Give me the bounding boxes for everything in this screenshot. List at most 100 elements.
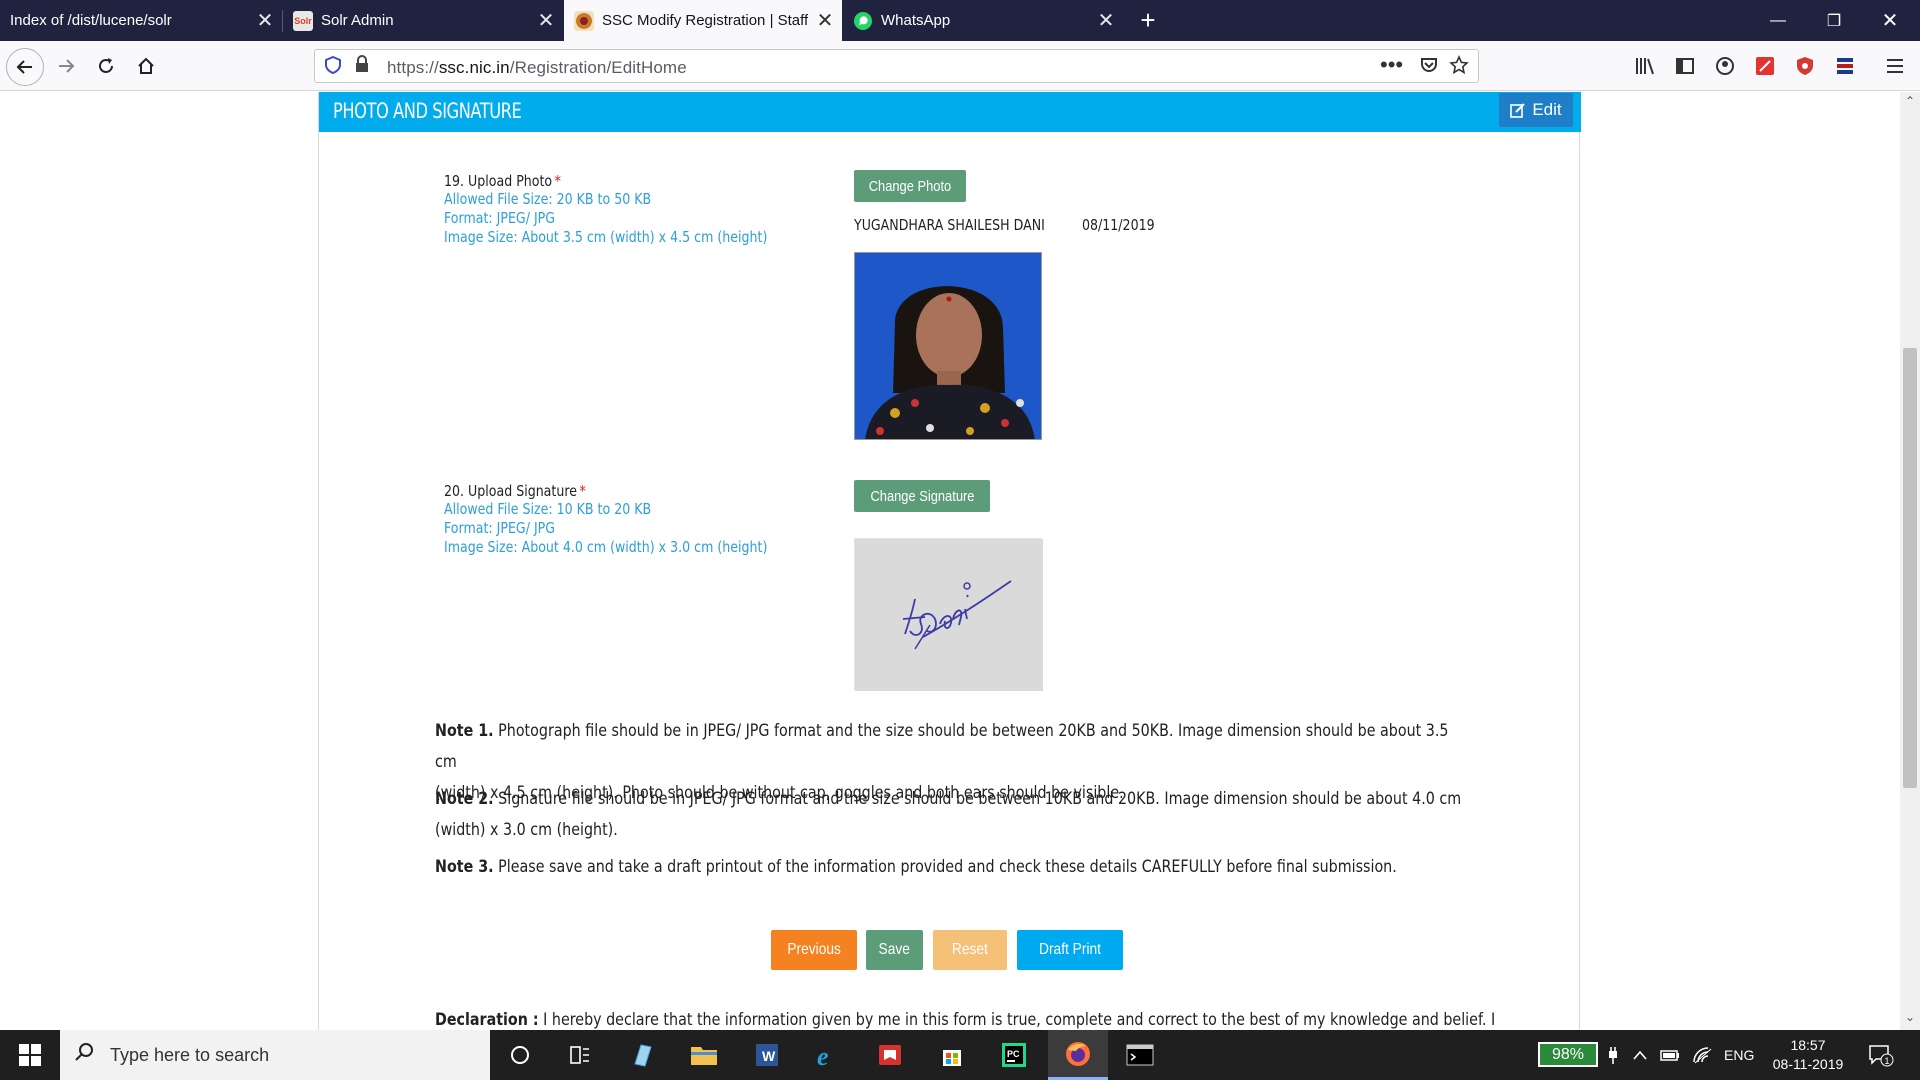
close-icon[interactable]: ✕: [1089, 8, 1123, 33]
sidebar-icon[interactable]: [1672, 53, 1698, 79]
start-button[interactable]: [0, 1030, 60, 1080]
scroll-up-icon[interactable]: ⌃: [1900, 94, 1920, 112]
windows-logo-icon: [19, 1044, 41, 1066]
laptop-battery-icon[interactable]: [1660, 1030, 1680, 1080]
notification-icon: 1: [1869, 1045, 1894, 1067]
reload-button[interactable]: [88, 48, 124, 84]
account-icon[interactable]: [1712, 53, 1738, 79]
extension-stack-icon[interactable]: [1832, 53, 1858, 79]
upload-signature-label: 20. Upload Signature *: [444, 482, 586, 500]
taskbar-file-explorer[interactable]: [674, 1030, 734, 1080]
browser-tab-strip: Index of /dist/lucene/solr ✕ Solr Solr A…: [0, 0, 1920, 41]
action-center-button[interactable]: 1: [1868, 1030, 1894, 1080]
tab-title: SSC Modify Registration | Staff: [602, 12, 808, 29]
close-icon[interactable]: ✕: [808, 8, 842, 33]
taskbar-search-box[interactable]: Type here to search: [60, 1030, 490, 1080]
page-actions-icon[interactable]: •••: [1380, 52, 1403, 78]
taskbar-pycharm[interactable]: PC: [984, 1030, 1044, 1080]
taskbar-app-glass[interactable]: [612, 1030, 672, 1080]
power-plug-icon[interactable]: [1606, 1030, 1620, 1080]
photo-format-hint: Format: JPEG/ JPG: [444, 209, 556, 227]
minimize-button[interactable]: —: [1750, 0, 1806, 41]
back-arrow-icon: [16, 60, 32, 74]
task-view-button[interactable]: [490, 1030, 550, 1080]
scroll-down-icon[interactable]: ⌄: [1900, 1010, 1920, 1028]
bookmark-star-icon[interactable]: [1449, 55, 1469, 80]
draft-print-button[interactable]: Draft Print: [1017, 930, 1123, 970]
shield-extension-icon[interactable]: [1792, 53, 1818, 79]
search-icon: [60, 1041, 110, 1069]
scrollbar-thumb[interactable]: [1903, 348, 1917, 788]
menu-icon[interactable]: [1882, 53, 1908, 79]
glass-app-icon: [634, 1044, 652, 1067]
panel-title: PHOTO AND SIGNATURE: [333, 99, 522, 123]
reset-button[interactable]: Reset: [933, 930, 1007, 970]
tab-title: WhatsApp: [881, 12, 951, 29]
battery-indicator[interactable]: 98%: [1538, 1042, 1598, 1067]
timeline-button[interactable]: [550, 1030, 610, 1080]
close-icon[interactable]: ✕: [529, 8, 563, 33]
home-button[interactable]: [128, 48, 164, 84]
taskbar-word[interactable]: W: [736, 1030, 796, 1080]
svg-text:e: e: [817, 1042, 829, 1069]
required-asterisk: *: [579, 482, 586, 500]
save-button[interactable]: Save: [866, 930, 923, 970]
edit-button[interactable]: Edit: [1499, 93, 1573, 127]
photo-date: 08/11/2019: [1082, 216, 1155, 234]
close-icon[interactable]: ✕: [248, 8, 282, 33]
tab-title: Solr Admin: [321, 12, 394, 29]
tab-whatsapp[interactable]: WhatsApp ✕: [843, 0, 1123, 41]
url-text[interactable]: https://ssc.nic.in/Registration/EditHome: [387, 58, 687, 78]
window-close-button[interactable]: ✕: [1862, 0, 1918, 41]
firefox-icon: [1066, 1041, 1090, 1066]
svg-text:PC: PC: [1007, 1049, 1020, 1059]
show-hidden-icons-chevron-up-icon[interactable]: [1632, 1030, 1648, 1080]
photo-dimension-hint: Image Size: About 3.5 cm (width) x 4.5 c…: [444, 228, 768, 246]
pocket-icon[interactable]: [1419, 55, 1439, 80]
candidate-photo: [854, 252, 1042, 440]
vertical-scrollbar[interactable]: ⌃ ⌄: [1900, 92, 1920, 1030]
forward-button[interactable]: [48, 48, 84, 84]
signature-size-hint: Allowed File Size: 10 KB to 20 KB: [444, 500, 652, 518]
taskbar-store[interactable]: [922, 1030, 982, 1080]
previous-button[interactable]: Previous: [771, 930, 857, 970]
note-2: Note 2. Signature file should be in JPEG…: [435, 789, 1462, 840]
back-button[interactable]: [6, 48, 44, 86]
tab-solr-admin[interactable]: Solr Solr Admin ✕: [283, 0, 563, 41]
address-bar[interactable]: https://ssc.nic.in/Registration/EditHome…: [314, 49, 1479, 83]
internet-explorer-icon: e: [817, 1042, 829, 1069]
taskbar-terminal[interactable]: [1110, 1030, 1170, 1080]
book-reader-icon: [879, 1045, 901, 1065]
change-photo-button[interactable]: Change Photo: [854, 170, 966, 202]
taskbar-edge[interactable]: e: [798, 1030, 858, 1080]
upload-photo-label: 19. Upload Photo *: [444, 172, 561, 190]
tab-solr-index[interactable]: Index of /dist/lucene/solr ✕: [0, 0, 282, 41]
task-view-icon: [570, 1046, 589, 1064]
photo-size-hint: Allowed File Size: 20 KB to 50 KB: [444, 190, 652, 208]
tab-ssc-registration[interactable]: SSC Modify Registration | Staff ✕: [564, 0, 842, 41]
wifi-icon[interactable]: [1692, 1030, 1714, 1080]
page-viewport: PHOTO AND SIGNATURE Edit 19. Upload Phot…: [0, 92, 1900, 1030]
extension-red-icon[interactable]: [1752, 53, 1778, 79]
lock-icon[interactable]: [355, 55, 369, 78]
restore-button[interactable]: ❐: [1806, 0, 1862, 41]
taskbar-reader[interactable]: [860, 1030, 920, 1080]
word-icon: W: [756, 1044, 778, 1066]
taskbar-firefox[interactable]: [1048, 1030, 1108, 1080]
change-signature-button[interactable]: Change Signature: [854, 480, 990, 512]
library-icon[interactable]: [1632, 53, 1658, 79]
new-tab-button[interactable]: +: [1133, 0, 1163, 41]
notification-count: 1: [1885, 1056, 1890, 1066]
clock-time: 18:57: [1790, 1037, 1826, 1053]
whatsapp-icon: [853, 11, 873, 31]
terminal-icon: [1126, 1044, 1154, 1066]
language-indicator[interactable]: ENG: [1724, 1030, 1754, 1080]
system-clock[interactable]: 18:57 08-11-2019: [1758, 1036, 1858, 1074]
pycharm-icon: PC: [1002, 1043, 1026, 1067]
clock-date: 08-11-2019: [1772, 1056, 1844, 1072]
home-icon: [138, 57, 154, 74]
photo-signature-panel: PHOTO AND SIGNATURE Edit 19. Upload Phot…: [318, 92, 1581, 1030]
tab-title: Index of /dist/lucene/solr: [10, 12, 172, 29]
tracking-protection-icon[interactable]: [325, 55, 343, 76]
signature-format-hint: Format: JPEG/ JPG: [444, 519, 556, 537]
